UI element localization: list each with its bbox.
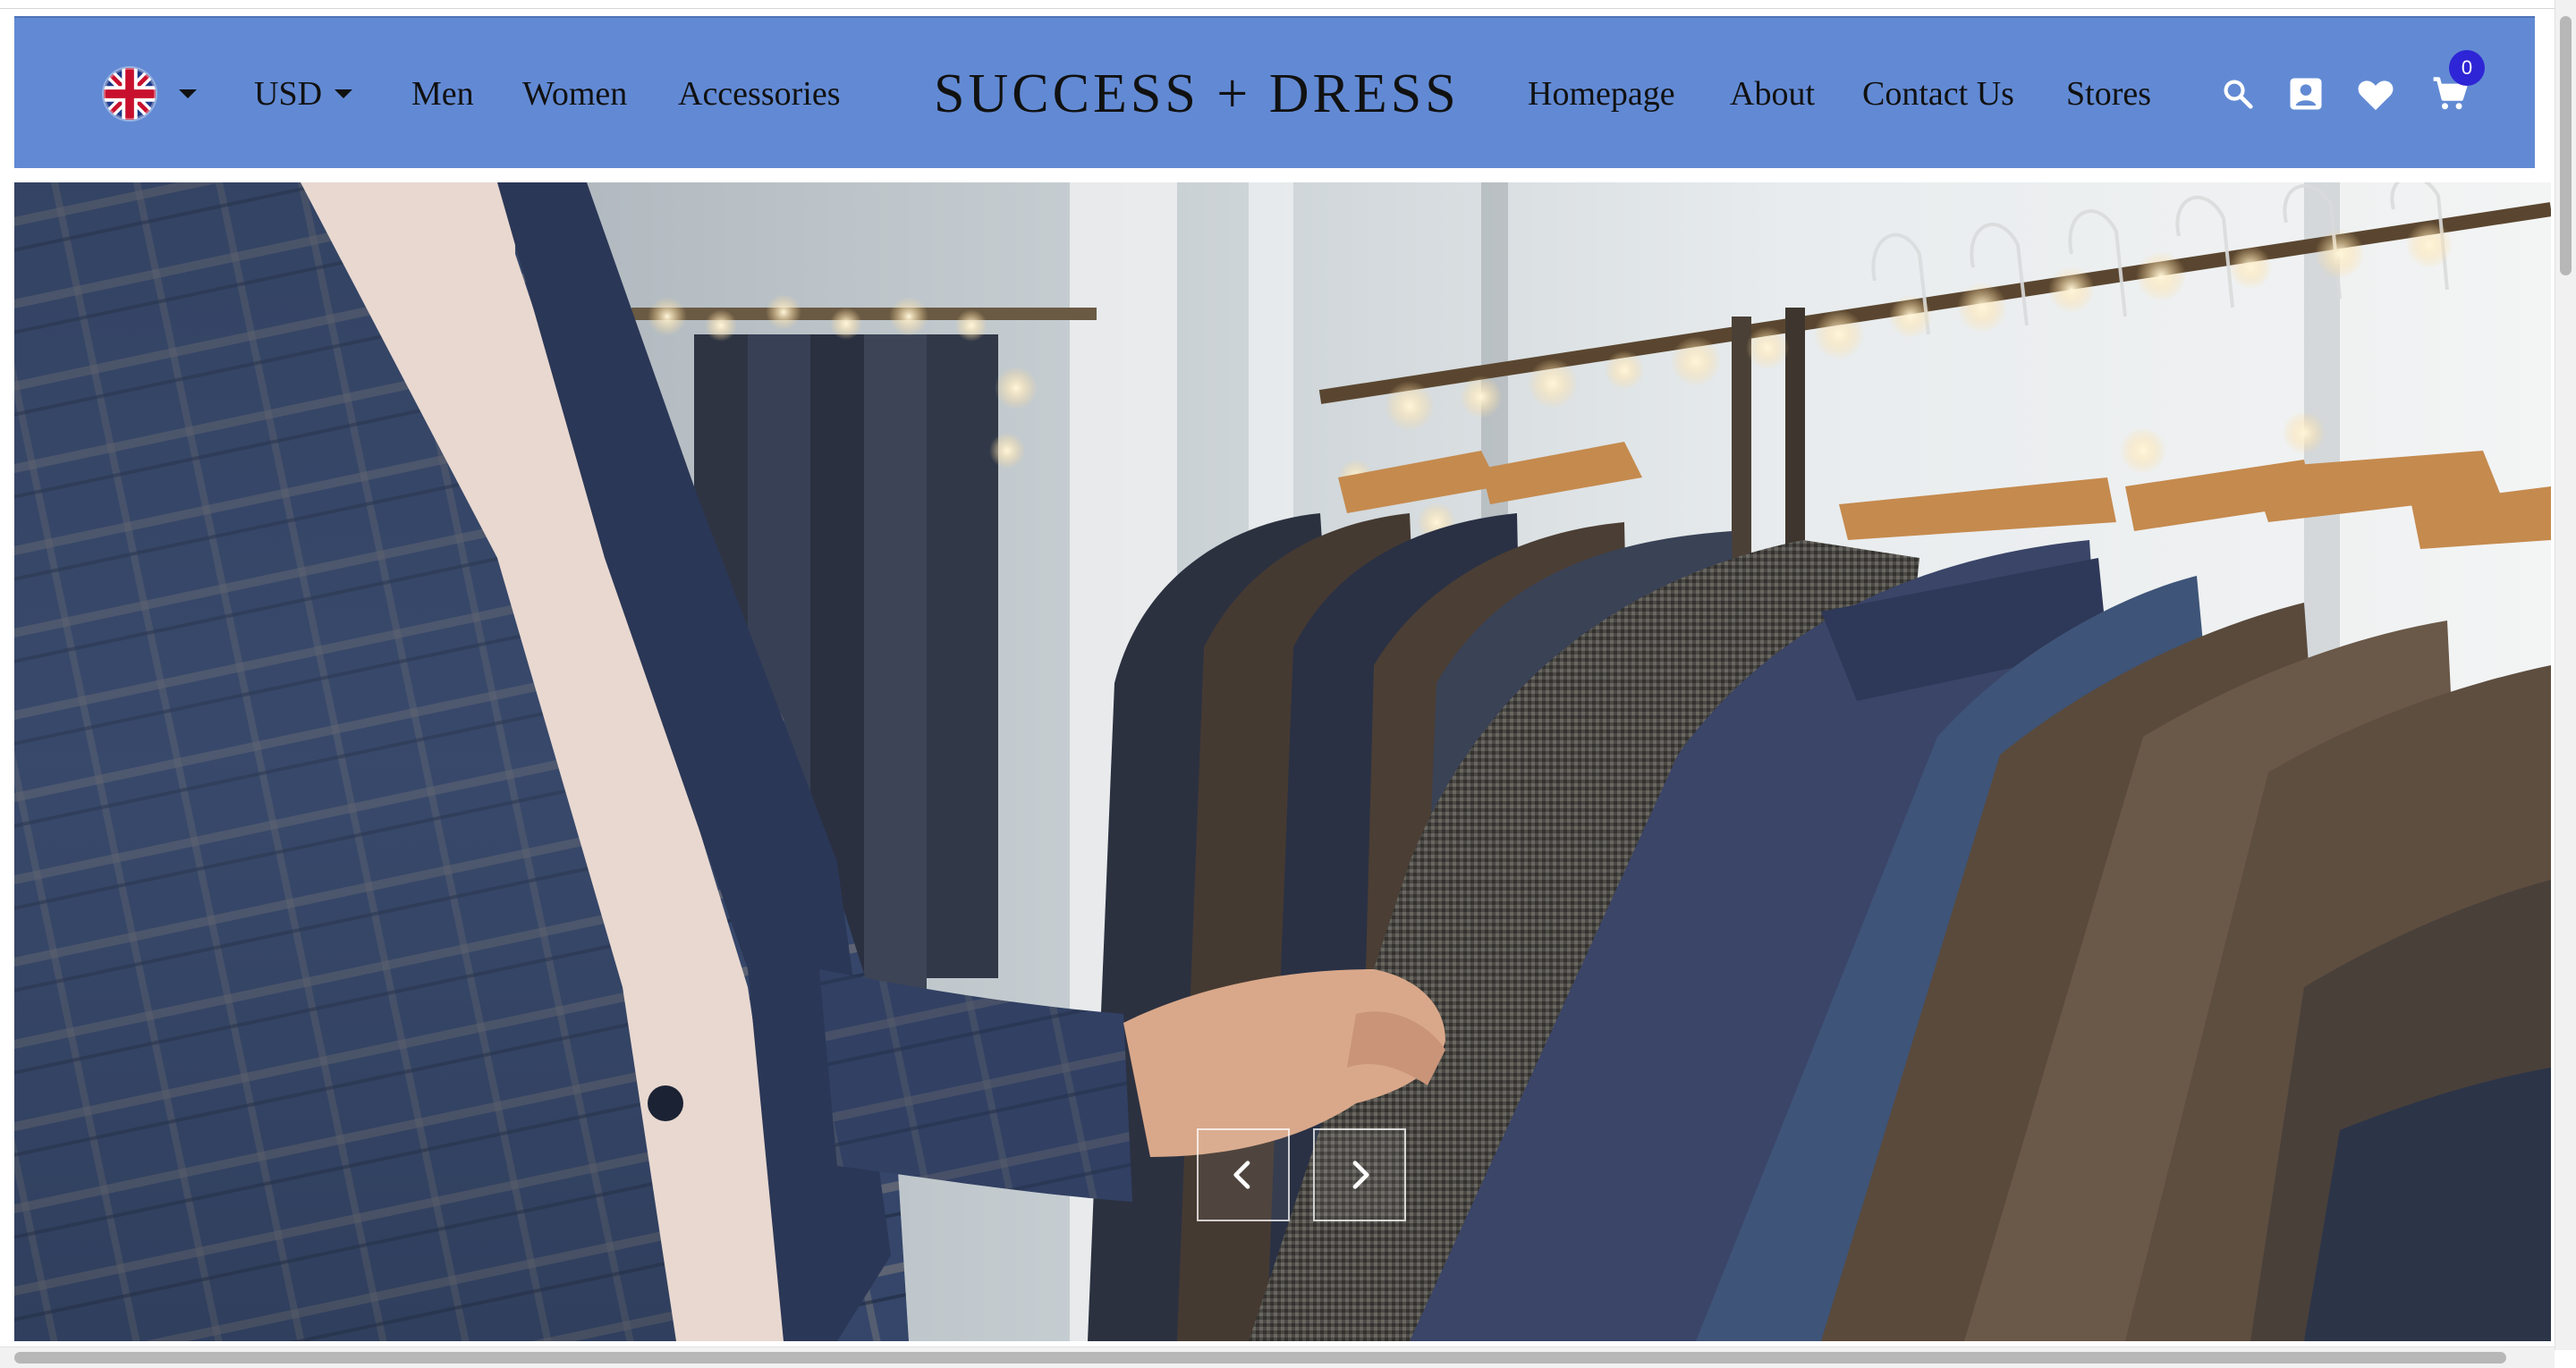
cart-button[interactable]: 0 [2424,18,2485,170]
carousel-next-button[interactable] [1313,1128,1406,1221]
chevron-right-icon [1342,1157,1377,1193]
account-icon[interactable] [2283,18,2329,170]
browser-viewport: USD Men Women Accessories SUCCESS + DRES… [0,0,2576,1368]
nav-about[interactable]: About [1730,18,1815,170]
vertical-scrollbar-thumb[interactable] [2560,16,2572,275]
uk-flag-icon [104,68,156,120]
window-top-edge [0,0,2555,9]
site-header: USD Men Women Accessories SUCCESS + DRES… [14,16,2535,168]
nav-men[interactable]: Men [411,18,474,170]
hero-carousel [14,182,2551,1341]
chevron-left-icon [1225,1157,1261,1193]
currency-label: USD [254,75,323,113]
search-icon[interactable] [2215,18,2261,170]
horizontal-scrollbar-thumb[interactable] [14,1352,2506,1364]
nav-accessories[interactable]: Accessories [678,18,840,170]
brand-logo[interactable]: SUCCESS + DRESS [934,18,1460,170]
horizontal-scrollbar[interactable] [0,1347,2555,1368]
nav-contact-us[interactable]: Contact Us [1862,18,2014,170]
heart-icon[interactable] [2352,18,2399,170]
nav-homepage[interactable]: Homepage [1528,18,1675,170]
cart-count-badge: 0 [2449,50,2485,86]
chevron-down-icon [179,89,197,98]
vertical-scrollbar[interactable] [2555,0,2576,1350]
chevron-down-icon [335,89,353,98]
nav-stores[interactable]: Stores [2066,18,2151,170]
nav-women[interactable]: Women [522,18,627,170]
language-selector[interactable] [104,18,197,170]
carousel-prev-button[interactable] [1197,1128,1290,1221]
currency-selector[interactable]: USD [254,18,353,170]
